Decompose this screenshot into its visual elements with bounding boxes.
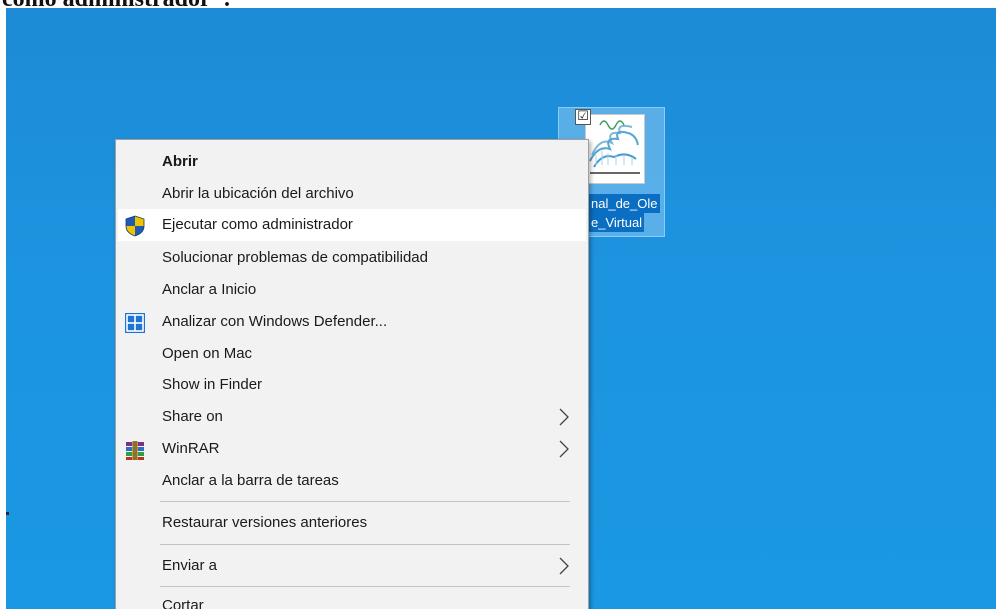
menu-item-label: Abrir <box>162 153 198 170</box>
chevron-right-icon <box>558 407 570 427</box>
menu-item-analizar-defender[interactable]: Analizar con Windows Defender... <box>118 306 586 338</box>
menu-item-label: Enviar a <box>162 557 218 574</box>
menu-item-anclar-inicio[interactable]: Anclar a Inicio <box>118 274 586 306</box>
menu-separator <box>160 586 570 587</box>
menu-item-label: WinRAR <box>162 440 220 457</box>
shortcut-label-line2: e_Virtual <box>589 213 645 232</box>
selection-checkbox-icon[interactable]: ☑ <box>575 109 591 125</box>
menu-item-label: Anclar a la barra de tareas <box>162 472 339 489</box>
wave-tank-shortcut-icon <box>585 114 645 184</box>
menu-item-label: Anclar a Inicio <box>162 281 257 298</box>
chevron-right-icon <box>558 556 570 576</box>
context-menu: Abrir Abrir la ubicación del archivo Eje… <box>115 139 589 609</box>
menu-item-label: Ejecutar como administrador <box>162 216 353 233</box>
menu-item-label: Restaurar versiones anteriores <box>162 514 368 531</box>
windows-defender-icon <box>124 312 146 334</box>
menu-item-solucionar-compatibilidad[interactable]: Solucionar problemas de compatibilidad <box>118 242 586 274</box>
chevron-right-icon <box>558 439 570 459</box>
menu-item-winrar[interactable]: WinRAR <box>118 433 586 465</box>
uac-shield-icon <box>124 215 146 237</box>
menu-item-ejecutar-como-administrador[interactable]: Ejecutar como administrador <box>118 209 586 241</box>
menu-item-label: Cortar <box>162 597 204 609</box>
shortcut-label: nal_de_Ole e_Virtual <box>589 194 661 232</box>
winrar-icon <box>124 439 146 461</box>
menu-item-abrir-ubicacion[interactable]: Abrir la ubicación del archivo <box>118 178 586 210</box>
shortcut-label-line1: nal_de_Ole <box>589 194 660 213</box>
menu-item-share-on[interactable]: Share on <box>118 401 586 433</box>
menu-item-label: Share on <box>162 408 223 425</box>
menu-item-open-on-mac[interactable]: Open on Mac <box>118 338 586 370</box>
menu-separator <box>160 544 570 545</box>
menu-separator <box>160 501 570 502</box>
menu-item-anclar-barra-tareas[interactable]: Anclar a la barra de tareas <box>118 465 586 497</box>
menu-item-cortar[interactable]: Cortar <box>118 590 586 609</box>
menu-item-restaurar-versiones[interactable]: Restaurar versiones anteriores <box>118 507 586 539</box>
menu-item-abrir[interactable]: Abrir <box>118 146 586 178</box>
desktop-dot <box>6 512 9 515</box>
menu-item-enviar-a[interactable]: Enviar a <box>118 550 586 582</box>
menu-item-label: Open on Mac <box>162 345 253 362</box>
menu-item-label: Analizar con Windows Defender... <box>162 313 388 330</box>
menu-item-label: Show in Finder <box>162 376 263 393</box>
menu-item-label: Abrir la ubicación del archivo <box>162 185 354 202</box>
menu-item-show-in-finder[interactable]: Show in Finder <box>118 369 586 401</box>
menu-item-label: Solucionar problemas de compatibilidad <box>162 249 428 266</box>
